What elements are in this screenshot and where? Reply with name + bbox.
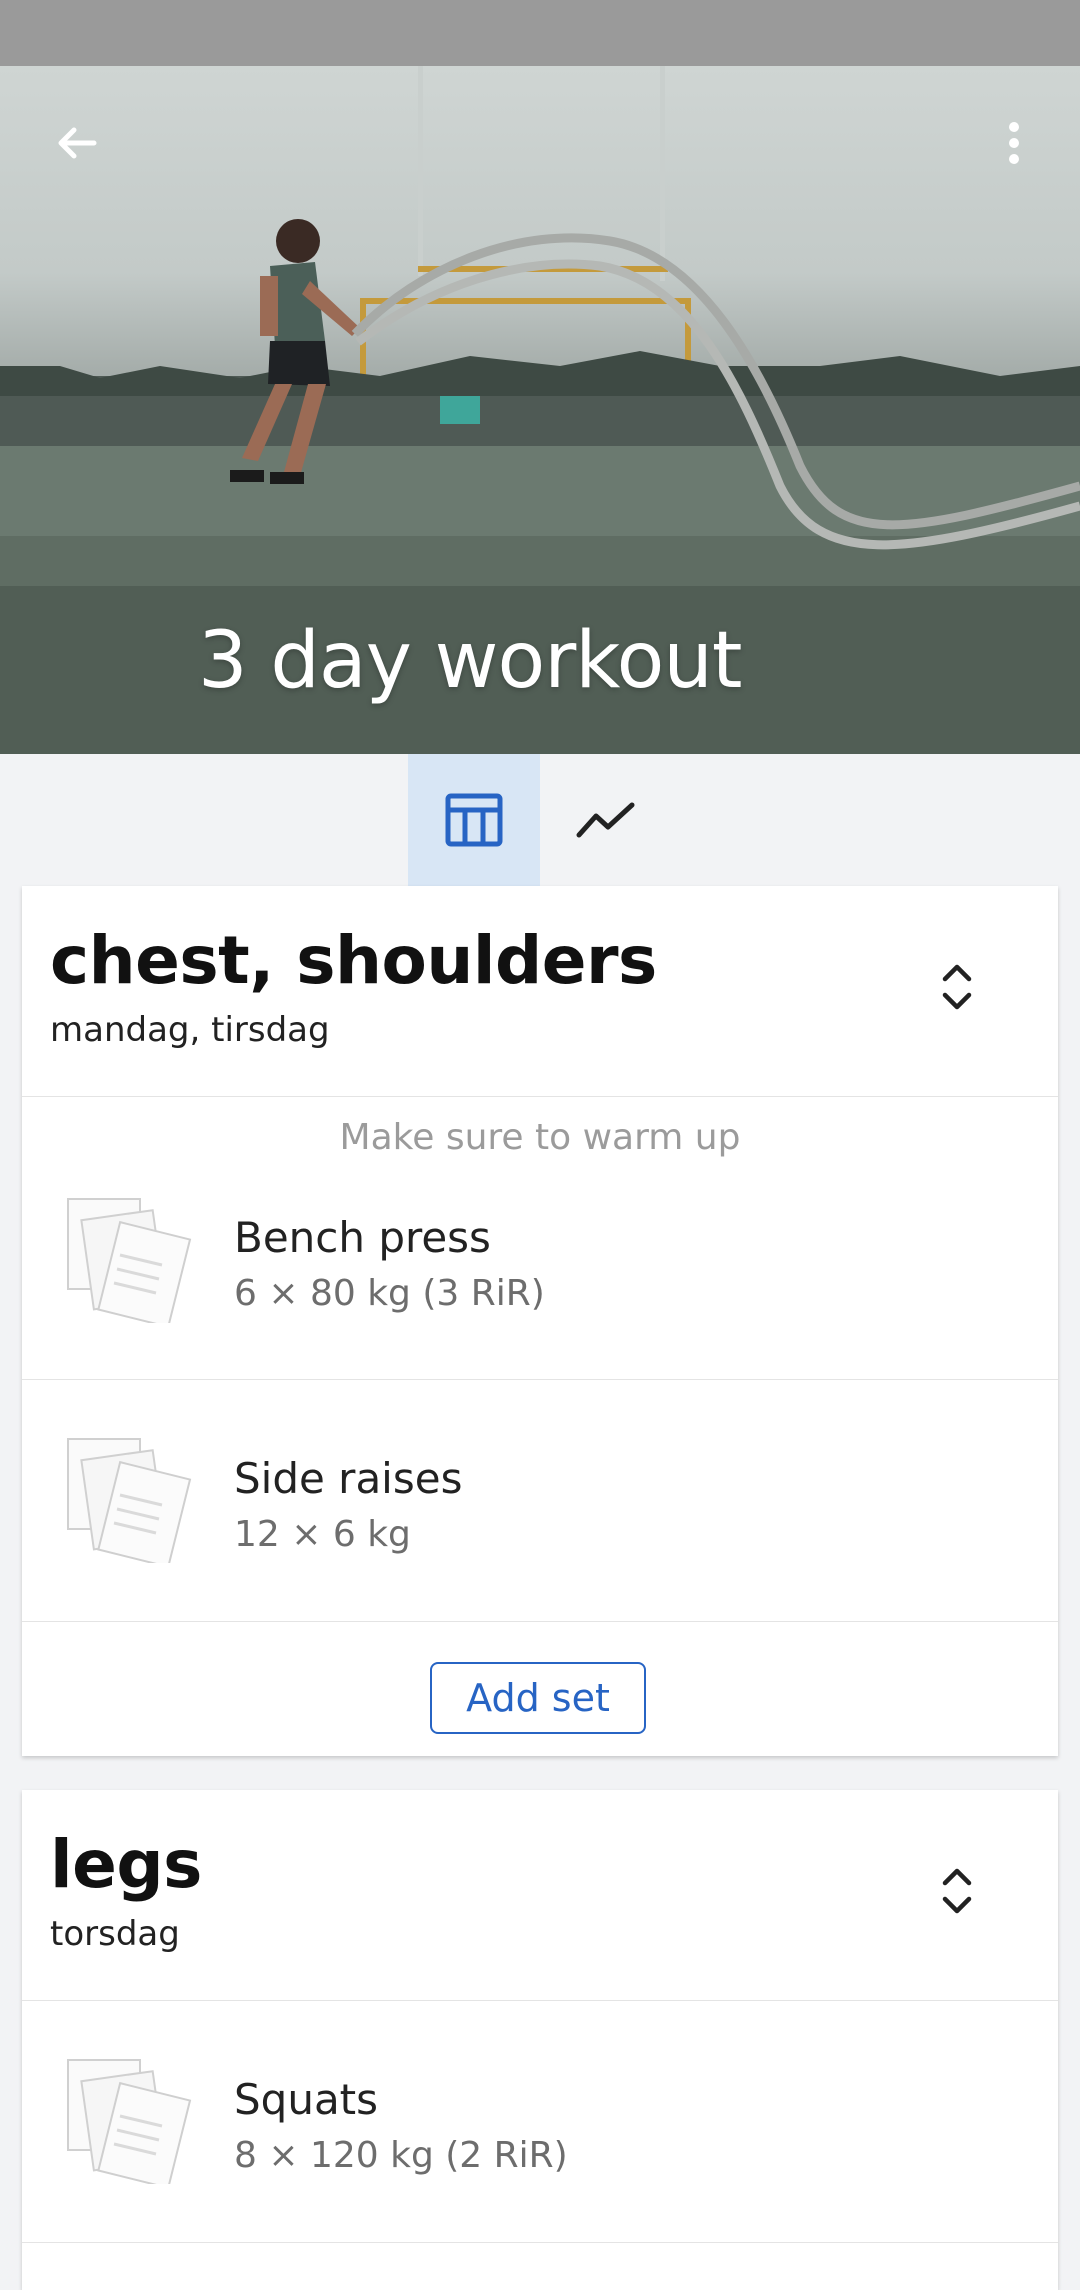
view-tabs [0, 754, 1080, 886]
routine-name: chest, shoulders [50, 922, 657, 999]
arrow-left-icon [58, 127, 97, 159]
expand-collapse-button[interactable] [922, 1856, 992, 1926]
document-icon [67, 1198, 192, 1323]
unfold-icon [942, 964, 972, 1010]
trend-line-icon [576, 802, 635, 838]
routine-days: mandag, tirsdag [50, 1010, 330, 1050]
exercise-item[interactable]: Make sure to warm up Bench press 6 × 80 … [22, 1097, 1058, 1380]
routine-header[interactable]: chest, shoulders mandag, tirsdag [22, 886, 1058, 1097]
status-bar [0, 0, 1080, 66]
exercise-detail: 6 × 80 kg (3 RiR) [234, 1273, 545, 1314]
exercise-detail: 12 × 6 kg [234, 1514, 411, 1555]
routine-header[interactable]: legs torsdag [22, 1790, 1058, 2001]
routine-days: torsdag [50, 1914, 180, 1954]
expand-collapse-button[interactable] [922, 952, 992, 1022]
exercise-name: Bench press [234, 1213, 491, 1262]
document-icon [67, 1438, 192, 1563]
routine-note: Make sure to warm up [339, 1117, 741, 1158]
more-options-button[interactable] [986, 108, 1042, 178]
routine-name: legs [50, 1826, 202, 1903]
tab-table-view[interactable] [408, 754, 540, 886]
exercise-detail: 8 × 120 kg (2 RiR) [234, 2135, 568, 2176]
routine-card: chest, shoulders mandag, tirsdag Make su… [22, 886, 1058, 1756]
routine-card: legs torsdag Squats 8 × 120 kg (2 RiR) [22, 1790, 1058, 2290]
add-set-button[interactable]: Add set [430, 1662, 646, 1734]
exercise-item[interactable]: Side raises 12 × 6 kg [22, 1380, 1058, 1622]
add-set-row: Add set [22, 1622, 1058, 1752]
exercise-name: Side raises [234, 1454, 463, 1503]
table-icon [445, 793, 503, 847]
back-button[interactable] [42, 108, 112, 178]
unfold-icon [942, 1868, 972, 1914]
hero-image: 3 day workout [0, 66, 1080, 754]
exercise-item[interactable]: Squats 8 × 120 kg (2 RiR) [22, 2001, 1058, 2243]
more-vert-icon [1009, 122, 1019, 164]
routine-title: 3 day workout [198, 616, 742, 706]
tab-progress-chart[interactable] [540, 754, 672, 886]
document-icon [67, 2059, 192, 2184]
exercise-name: Squats [234, 2075, 379, 2124]
